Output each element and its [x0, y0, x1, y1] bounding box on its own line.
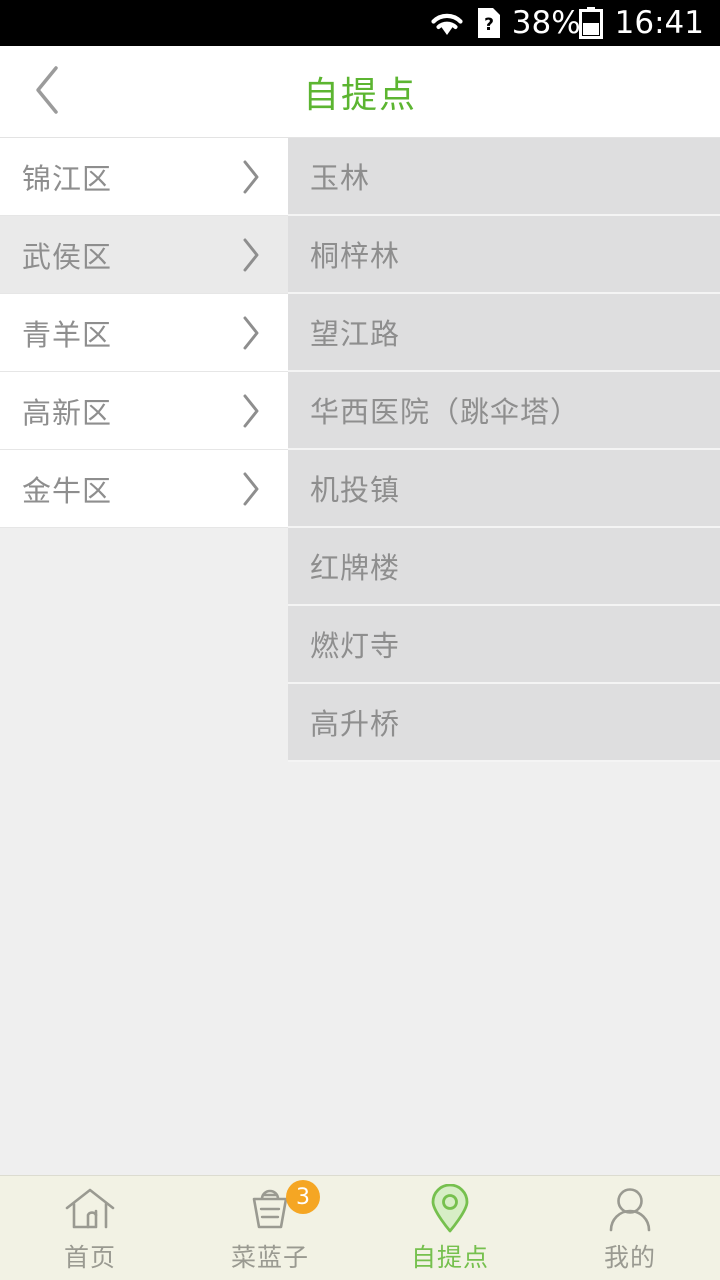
- district-list-item[interactable]: 高新区: [0, 372, 288, 450]
- tab-pickup-point[interactable]: 自提点: [360, 1176, 540, 1280]
- location-pin-icon: [426, 1184, 474, 1233]
- status-bar-icons: ? 38% 16:41: [428, 7, 704, 39]
- battery-icon: [578, 7, 603, 39]
- chevron-left-icon: [31, 63, 65, 121]
- tab-basket[interactable]: 3 菜蓝子: [180, 1176, 360, 1280]
- clock-label: 16:41: [614, 4, 704, 41]
- basket-icon: 3: [244, 1180, 320, 1232]
- district-label: 武侯区: [22, 239, 113, 274]
- station-list-item[interactable]: 玉林: [288, 138, 720, 216]
- chevron-right-icon: [240, 236, 262, 274]
- page-title: 自提点: [302, 74, 417, 116]
- battery-percent-label: 38%: [511, 4, 581, 41]
- status-bar: ? 38% 16:41: [0, 0, 720, 46]
- district-label: 青羊区: [22, 317, 113, 352]
- station-label: 玉林: [310, 161, 371, 195]
- tab-label: 菜蓝子: [230, 1243, 309, 1272]
- bottom-navigation: 首页 3 菜蓝子 自提点 我的: [0, 1175, 720, 1280]
- tab-label: 首页: [63, 1243, 116, 1272]
- home-icon: [64, 1186, 116, 1232]
- tab-home[interactable]: 首页: [0, 1176, 180, 1280]
- station-list-item[interactable]: 红牌楼: [288, 528, 720, 606]
- station-list-item[interactable]: 华西医院（跳伞塔）: [288, 372, 720, 450]
- tab-profile[interactable]: 我的: [540, 1176, 720, 1280]
- district-list-item[interactable]: 武侯区: [0, 216, 288, 294]
- station-label: 红牌楼: [310, 551, 401, 585]
- station-list-item[interactable]: 望江路: [288, 294, 720, 372]
- chevron-right-icon: [240, 470, 262, 508]
- station-list-item[interactable]: 机投镇: [288, 450, 720, 528]
- page-header: 自提点: [0, 46, 720, 138]
- tab-label: 我的: [603, 1243, 656, 1272]
- back-button[interactable]: [0, 46, 96, 137]
- chevron-right-icon: [240, 392, 262, 430]
- station-label: 高升桥: [310, 707, 401, 741]
- station-label: 机投镇: [310, 473, 401, 507]
- basket-badge: 3: [286, 1180, 320, 1214]
- station-label: 桐梓林: [310, 239, 401, 273]
- station-list-item[interactable]: 燃灯寺: [288, 606, 720, 684]
- district-label: 高新区: [22, 395, 113, 430]
- sim-card-question-icon: ?: [477, 8, 500, 38]
- district-list[interactable]: 锦江区 武侯区 青羊区 高新区 金牛区: [0, 138, 288, 528]
- main-content: 锦江区 武侯区 青羊区 高新区 金牛区 玉林 桐梓林 望江路 华西医院（跳伞塔）…: [0, 138, 720, 1175]
- district-label: 锦江区: [22, 161, 113, 196]
- svg-text:?: ?: [484, 15, 494, 35]
- district-label: 金牛区: [22, 473, 113, 508]
- wifi-icon: [428, 9, 466, 37]
- station-list-item[interactable]: 高升桥: [288, 684, 720, 762]
- station-label: 华西医院（跳伞塔）: [310, 395, 581, 429]
- district-list-item[interactable]: 锦江区: [0, 138, 288, 216]
- person-icon: [606, 1186, 654, 1232]
- station-list-item[interactable]: 桐梓林: [288, 216, 720, 294]
- battery-status-group: 38%: [512, 7, 603, 39]
- district-list-item[interactable]: 青羊区: [0, 294, 288, 372]
- chevron-right-icon: [240, 158, 262, 196]
- chevron-right-icon: [240, 314, 262, 352]
- station-label: 望江路: [310, 317, 401, 351]
- district-list-item[interactable]: 金牛区: [0, 450, 288, 528]
- tab-label: 自提点: [410, 1243, 489, 1272]
- station-list[interactable]: 玉林 桐梓林 望江路 华西医院（跳伞塔） 机投镇 红牌楼 燃灯寺 高升桥: [288, 138, 720, 762]
- station-label: 燃灯寺: [310, 629, 401, 663]
